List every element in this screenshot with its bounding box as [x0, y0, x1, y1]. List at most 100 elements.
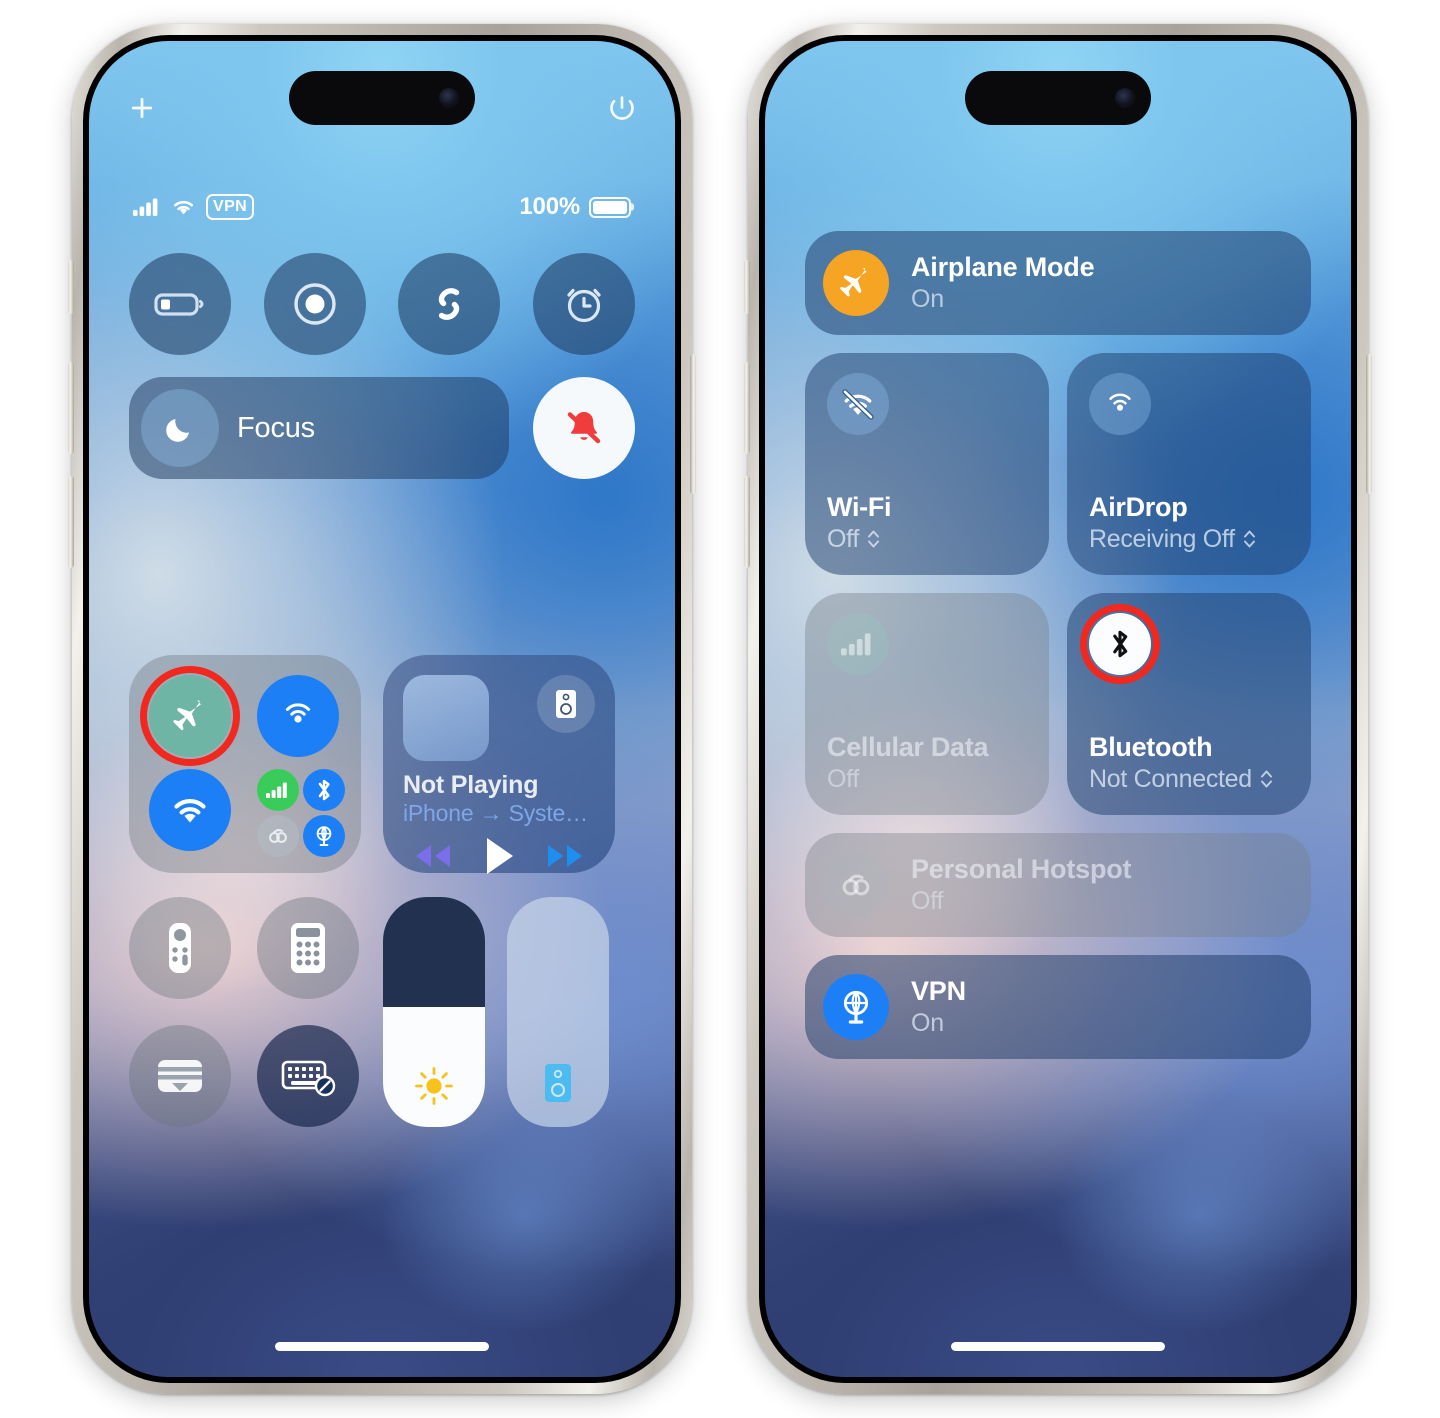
- phone-bezel-right: Airplane Mode On Wi-Fi Off AirDrop Recei…: [759, 35, 1357, 1383]
- bell-slash-icon: [559, 403, 609, 453]
- moon-icon: [141, 389, 219, 467]
- front-camera-icon: [439, 88, 459, 108]
- airdrop-icon: [1089, 373, 1151, 435]
- vpn-toggle[interactable]: [303, 815, 345, 857]
- airplay-button[interactable]: [537, 675, 595, 733]
- calculator-button[interactable]: [257, 897, 359, 999]
- personal-hotspot-toggle[interactable]: [257, 815, 299, 857]
- add-control-button[interactable]: [127, 93, 157, 123]
- airplane-icon: [168, 694, 212, 738]
- airdrop-icon: [276, 694, 320, 738]
- dynamic-island: [965, 71, 1151, 125]
- cellular-bars-icon: [266, 781, 290, 799]
- bluetooth-icon: [1080, 604, 1160, 684]
- wallet-icon: [153, 1055, 207, 1097]
- volume-down-button[interactable]: [744, 476, 750, 568]
- airplane-mode-title: Airplane Mode: [911, 252, 1095, 283]
- wifi-icon: [170, 197, 197, 217]
- screen-record-button[interactable]: [263, 253, 366, 355]
- bluetooth-tile[interactable]: Bluetooth Not Connected: [1067, 593, 1311, 815]
- silent-mode-button[interactable]: [533, 377, 635, 479]
- focus-row: Focus: [129, 377, 635, 479]
- airdrop-status: Receiving Off: [1089, 524, 1235, 553]
- alarm-clock-icon: [560, 280, 608, 328]
- now-playing-module[interactable]: Not Playing iPhone → Syste…: [383, 655, 615, 874]
- keyboard-accessibility-button[interactable]: [257, 1025, 359, 1127]
- bluetooth-title: Bluetooth: [1089, 732, 1213, 763]
- airplane-mode-tile[interactable]: Airplane Mode On: [805, 231, 1311, 335]
- home-indicator[interactable]: [275, 1342, 489, 1351]
- bottom-controls-row: [129, 897, 635, 1127]
- control-center-grid: Focus Not Playing iPhone → Syste…: [89, 253, 675, 1127]
- wifi-airdrop-row: Wi-Fi Off AirDrop Receiving Off: [805, 353, 1311, 575]
- iphone-right: Airplane Mode On Wi-Fi Off AirDrop Recei…: [744, 24, 1372, 1394]
- cellular-data-tile[interactable]: Cellular Data Off: [805, 593, 1049, 815]
- volume-slider[interactable]: [507, 897, 609, 1127]
- low-power-mode-button[interactable]: [129, 253, 231, 355]
- record-icon: [292, 281, 338, 327]
- brightness-slider[interactable]: [383, 897, 485, 1127]
- front-camera-icon: [1115, 88, 1135, 108]
- wifi-status: Off: [827, 524, 859, 553]
- side-power-button[interactable]: [1366, 354, 1372, 494]
- bluetooth-toggle[interactable]: [303, 769, 345, 811]
- cellular-bars-icon: [827, 613, 889, 675]
- modules-row: Not Playing iPhone → Syste…: [129, 655, 635, 874]
- personal-hotspot-tile[interactable]: Personal Hotspot Off: [805, 833, 1311, 937]
- shazam-icon: [423, 278, 475, 330]
- focus-button[interactable]: Focus: [129, 377, 509, 479]
- chevron-updown-icon: [1242, 528, 1257, 550]
- album-artwork: [403, 675, 489, 761]
- wifi-toggle[interactable]: [149, 769, 231, 851]
- remote-icon: [163, 921, 197, 975]
- vpn-status: On: [911, 1008, 944, 1037]
- calculator-icon: [288, 921, 328, 975]
- hotspot-icon: [265, 826, 291, 846]
- alarm-button[interactable]: [532, 253, 635, 355]
- iphone-left: VPN 100% Focus Not Playing iPhone → Syst…: [68, 24, 696, 1394]
- cellular-data-status: Off: [827, 764, 859, 793]
- airplane-mode-status: On: [911, 284, 944, 313]
- cellular-data-toggle[interactable]: [257, 769, 299, 811]
- wifi-title: Wi-Fi: [827, 492, 892, 523]
- screen-right: Airplane Mode On Wi-Fi Off AirDrop Recei…: [765, 41, 1351, 1377]
- vpn-title: VPN: [911, 976, 966, 1007]
- power-button-icon[interactable]: [607, 93, 637, 123]
- airdrop-toggle[interactable]: [257, 675, 339, 757]
- apple-tv-remote-button[interactable]: [129, 897, 231, 999]
- wifi-slash-icon: [827, 373, 889, 435]
- airdrop-title: AirDrop: [1089, 492, 1188, 523]
- battery-full-icon: [589, 196, 631, 218]
- connectivity-expanded-panel: Airplane Mode On Wi-Fi Off AirDrop Recei…: [765, 231, 1351, 1077]
- phone-bezel-left: VPN 100% Focus Not Playing iPhone → Syst…: [83, 35, 681, 1383]
- shazam-button[interactable]: [398, 253, 501, 355]
- hotspot-icon: [823, 852, 889, 918]
- connectivity-module[interactable]: [129, 655, 361, 873]
- wifi-tile[interactable]: Wi-Fi Off: [805, 353, 1049, 575]
- volume-up-button[interactable]: [744, 362, 750, 454]
- vpn-status-badge: VPN: [206, 193, 255, 221]
- cellular-bluetooth-row: Cellular Data Off Bluetooth Not Connecte…: [805, 593, 1311, 815]
- airplane-mode-toggle[interactable]: [140, 666, 240, 766]
- airplay-speaker-icon: [553, 688, 579, 720]
- cellular-bars-icon: [133, 197, 161, 217]
- home-indicator[interactable]: [951, 1342, 1165, 1351]
- action-button[interactable]: [744, 260, 750, 314]
- vpn-tile[interactable]: VPN On: [805, 955, 1311, 1059]
- battery-low-icon: [154, 289, 206, 319]
- action-button[interactable]: [68, 260, 74, 314]
- play-button[interactable]: [480, 835, 518, 877]
- wallet-button[interactable]: [129, 1025, 231, 1127]
- chevron-updown-icon: [1259, 768, 1274, 790]
- vpn-globe-icon: [312, 824, 336, 848]
- connectivity-small-toggles: [257, 769, 353, 857]
- side-power-button[interactable]: [690, 354, 696, 494]
- fast-forward-button[interactable]: [541, 841, 589, 871]
- airdrop-tile[interactable]: AirDrop Receiving Off: [1067, 353, 1311, 575]
- volume-up-button[interactable]: [68, 362, 74, 454]
- battery-percentage: 100%: [519, 193, 580, 220]
- rewind-button[interactable]: [409, 841, 457, 871]
- volume-down-button[interactable]: [68, 476, 74, 568]
- personal-hotspot-status: Off: [911, 886, 944, 915]
- chevron-updown-icon: [866, 528, 881, 550]
